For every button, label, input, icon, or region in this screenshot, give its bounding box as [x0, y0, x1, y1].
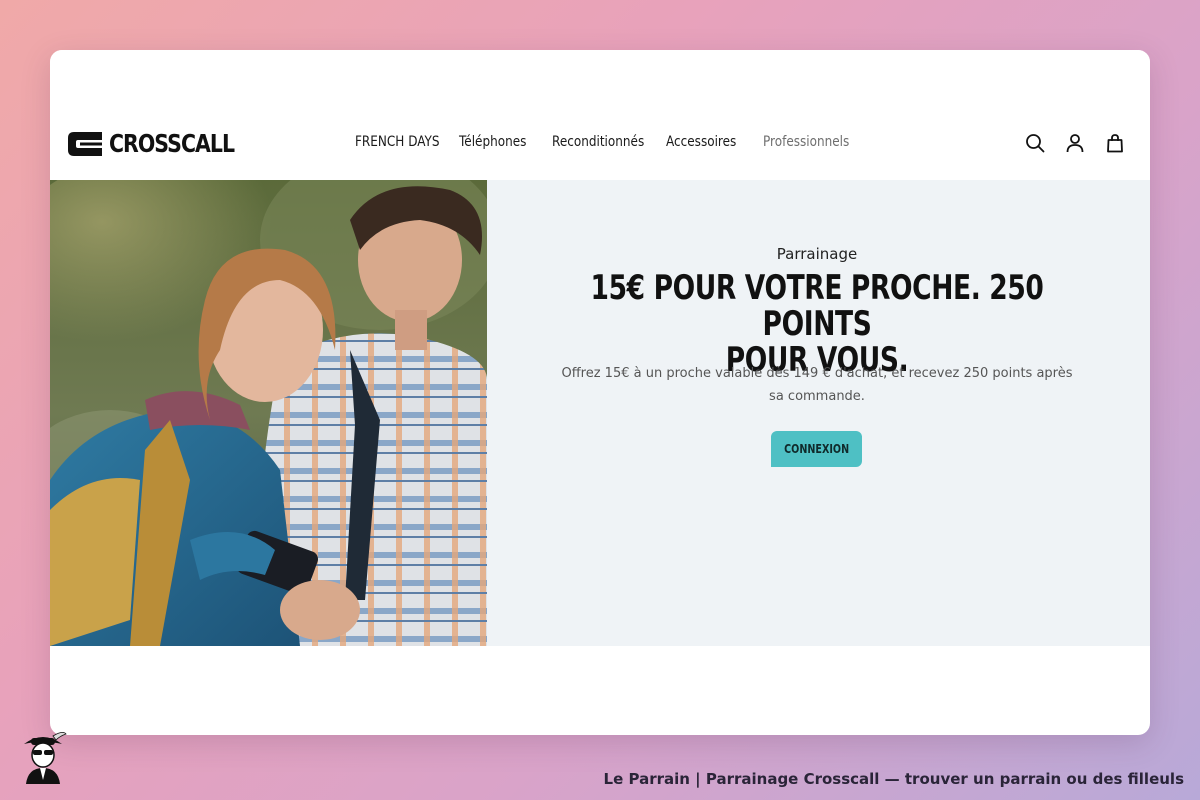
site-header: CROSSCALL FRENCH DAYS Téléphones Recondi… [50, 50, 1150, 180]
nav-item-professionnels[interactable]: Professionnels [763, 134, 849, 150]
account-icon[interactable] [1064, 132, 1086, 154]
main-nav: FRENCH DAYS Téléphones Reconditionnés Ac… [50, 134, 1150, 154]
header-icons [1024, 132, 1126, 154]
nav-item-accessoires[interactable]: Accessoires [666, 134, 736, 150]
browser-window: CROSSCALL FRENCH DAYS Téléphones Recondi… [50, 50, 1150, 735]
hero-content-panel: Parrainage 15€ POUR VOTRE PROCHE. 250 PO… [487, 180, 1150, 646]
hero-headline-line-1: 15€ POUR VOTRE PROCHE. 250 POINTS [590, 268, 1044, 344]
nav-item-reconditionnes[interactable]: Reconditionnés [552, 134, 644, 150]
hero-description: Offrez 15€ à un proche valable dès 149 €… [561, 366, 1073, 404]
connexion-button-label: CONNEXION [783, 442, 849, 456]
bag-icon[interactable] [1104, 132, 1126, 154]
page-caption: Le Parrain | Parrainage Crosscall — trou… [603, 770, 1184, 788]
nav-item-telephones[interactable]: Téléphones [459, 134, 526, 150]
hikers-photo-illustration [50, 180, 487, 646]
connexion-button[interactable]: CONNEXION [771, 431, 862, 467]
le-parrain-mascot-icon [24, 732, 67, 784]
hero-photo [50, 180, 487, 646]
nav-item-french-days[interactable]: FRENCH DAYS [355, 134, 440, 150]
search-icon[interactable] [1024, 132, 1046, 154]
hero-eyebrow: Parrainage [776, 245, 858, 263]
referral-hero: Parrainage 15€ POUR VOTRE PROCHE. 250 PO… [50, 180, 1150, 646]
